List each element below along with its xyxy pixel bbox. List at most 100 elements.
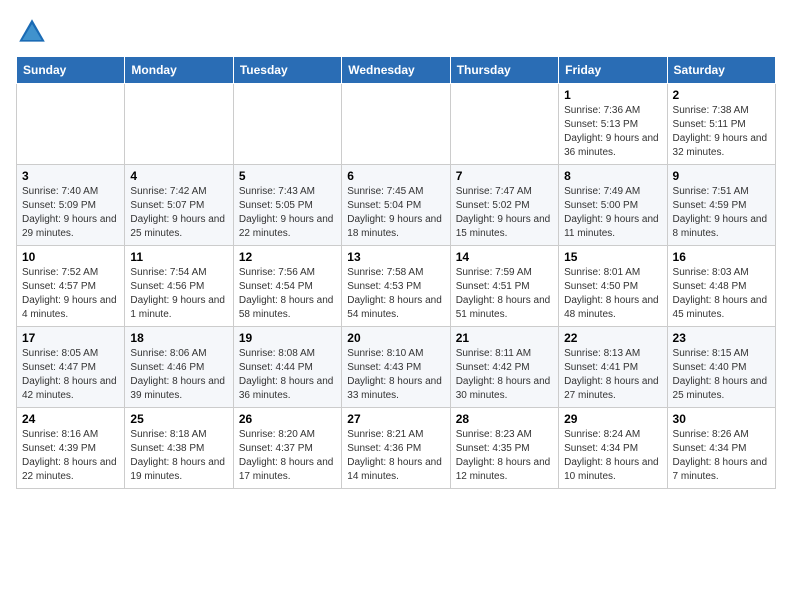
day-number: 15: [564, 250, 661, 264]
calendar-cell: 4 Sunrise: 7:42 AMSunset: 5:07 PMDaylight…: [125, 165, 233, 246]
day-number: 28: [456, 412, 553, 426]
calendar-cell: 13 Sunrise: 7:58 AMSunset: 4:53 PMDayligh…: [342, 246, 450, 327]
day-number: 4: [130, 169, 227, 183]
day-info: Sunrise: 8:01 AMSunset: 4:50 PMDaylight:…: [564, 266, 661, 322]
calendar-cell: 21 Sunrise: 8:11 AMSunset: 4:42 PMDayligh…: [450, 327, 558, 408]
calendar-cell: 29 Sunrise: 8:24 AMSunset: 4:34 PMDayligh…: [559, 408, 667, 489]
day-info: Sunrise: 7:36 AMSunset: 5:13 PMDaylight:…: [564, 104, 661, 160]
calendar-cell: 27Sunrise: 8:21 AMSunset: 4:36 PMDayligh…: [342, 408, 450, 489]
day-info: Sunrise: 8:11 AMSunset: 4:42 PMDaylight:…: [456, 347, 553, 403]
calendar-cell: 20 Sunrise: 8:10 AMSunset: 4:43 PMDayligh…: [342, 327, 450, 408]
calendar-cell: 7 Sunrise: 7:47 AMSunset: 5:02 PMDaylight…: [450, 165, 558, 246]
day-info: Sunrise: 7:40 AMSunset: 5:09 PMDaylight:…: [22, 185, 119, 241]
logo: [16, 16, 52, 48]
calendar-cell: 16 Sunrise: 8:03 AMSunset: 4:48 PMDayligh…: [667, 246, 775, 327]
calendar-week-row: 1 Sunrise: 7:36 AMSunset: 5:13 PMDaylight…: [17, 84, 776, 165]
day-number: 12: [239, 250, 336, 264]
day-info: Sunrise: 8:06 AMSunset: 4:46 PMDaylight:…: [130, 347, 227, 403]
day-number: 13: [347, 250, 444, 264]
calendar-cell: 6 Sunrise: 7:45 AMSunset: 5:04 PMDaylight…: [342, 165, 450, 246]
day-info: Sunrise: 7:47 AMSunset: 5:02 PMDaylight:…: [456, 185, 553, 241]
day-info: Sunrise: 7:43 AMSunset: 5:05 PMDaylight:…: [239, 185, 336, 241]
day-info: Sunrise: 7:42 AMSunset: 5:07 PMDaylight:…: [130, 185, 227, 241]
calendar-cell: 5 Sunrise: 7:43 AMSunset: 5:05 PMDaylight…: [233, 165, 341, 246]
day-info: Sunrise: 8:21 AMSunset: 4:36 PMDaylight:…: [347, 428, 444, 484]
day-info: Sunrise: 7:58 AMSunset: 4:53 PMDaylight:…: [347, 266, 444, 322]
day-number: 24: [22, 412, 119, 426]
day-info: Sunrise: 8:23 AMSunset: 4:35 PMDaylight:…: [456, 428, 553, 484]
day-info: Sunrise: 8:20 AMSunset: 4:37 PMDaylight:…: [239, 428, 336, 484]
day-info: Sunrise: 7:56 AMSunset: 4:54 PMDaylight:…: [239, 266, 336, 322]
calendar-cell: 18 Sunrise: 8:06 AMSunset: 4:46 PMDayligh…: [125, 327, 233, 408]
calendar-cell: 26 Sunrise: 8:20 AMSunset: 4:37 PMDayligh…: [233, 408, 341, 489]
calendar-cell: [125, 84, 233, 165]
calendar-cell: 25Sunrise: 8:18 AMSunset: 4:38 PMDayligh…: [125, 408, 233, 489]
calendar-cell: 11 Sunrise: 7:54 AMSunset: 4:56 PMDayligh…: [125, 246, 233, 327]
day-info: Sunrise: 8:15 AMSunset: 4:40 PMDaylight:…: [673, 347, 770, 403]
day-info: Sunrise: 7:45 AMSunset: 5:04 PMDaylight:…: [347, 185, 444, 241]
day-info: Sunrise: 8:03 AMSunset: 4:48 PMDaylight:…: [673, 266, 770, 322]
day-number: 2: [673, 88, 770, 102]
day-number: 16: [673, 250, 770, 264]
day-number: 18: [130, 331, 227, 345]
day-info: Sunrise: 8:08 AMSunset: 4:44 PMDaylight:…: [239, 347, 336, 403]
logo-icon: [16, 16, 48, 48]
day-number: 14: [456, 250, 553, 264]
header: [16, 16, 776, 48]
calendar-cell: [233, 84, 341, 165]
day-info: Sunrise: 7:52 AMSunset: 4:57 PMDaylight:…: [22, 266, 119, 322]
weekday-header-row: SundayMondayTuesdayWednesdayThursdayFrid…: [17, 57, 776, 84]
day-number: 23: [673, 331, 770, 345]
day-info: Sunrise: 7:51 AMSunset: 4:59 PMDaylight:…: [673, 185, 770, 241]
calendar-cell: 2 Sunrise: 7:38 AMSunset: 5:11 PMDaylight…: [667, 84, 775, 165]
day-number: 8: [564, 169, 661, 183]
weekday-header: Tuesday: [233, 57, 341, 84]
calendar-week-row: 17 Sunrise: 8:05 AMSunset: 4:47 PMDayligh…: [17, 327, 776, 408]
day-info: Sunrise: 7:54 AMSunset: 4:56 PMDaylight:…: [130, 266, 227, 322]
day-number: 9: [673, 169, 770, 183]
day-info: Sunrise: 8:10 AMSunset: 4:43 PMDaylight:…: [347, 347, 444, 403]
day-number: 7: [456, 169, 553, 183]
day-number: 29: [564, 412, 661, 426]
calendar-cell: 14 Sunrise: 7:59 AMSunset: 4:51 PMDayligh…: [450, 246, 558, 327]
calendar-cell: 15 Sunrise: 8:01 AMSunset: 4:50 PMDayligh…: [559, 246, 667, 327]
weekday-header: Saturday: [667, 57, 775, 84]
day-number: 21: [456, 331, 553, 345]
day-info: Sunrise: 7:38 AMSunset: 5:11 PMDaylight:…: [673, 104, 770, 160]
calendar-cell: 3 Sunrise: 7:40 AMSunset: 5:09 PMDaylight…: [17, 165, 125, 246]
day-info: Sunrise: 7:59 AMSunset: 4:51 PMDaylight:…: [456, 266, 553, 322]
calendar-week-row: 10Sunrise: 7:52 AMSunset: 4:57 PMDayligh…: [17, 246, 776, 327]
day-number: 26: [239, 412, 336, 426]
day-number: 30: [673, 412, 770, 426]
day-info: Sunrise: 8:26 AMSunset: 4:34 PMDaylight:…: [673, 428, 770, 484]
calendar-cell: 9 Sunrise: 7:51 AMSunset: 4:59 PMDaylight…: [667, 165, 775, 246]
day-number: 17: [22, 331, 119, 345]
day-info: Sunrise: 8:13 AMSunset: 4:41 PMDaylight:…: [564, 347, 661, 403]
calendar-cell: 12 Sunrise: 7:56 AMSunset: 4:54 PMDayligh…: [233, 246, 341, 327]
day-info: Sunrise: 8:24 AMSunset: 4:34 PMDaylight:…: [564, 428, 661, 484]
day-number: 5: [239, 169, 336, 183]
day-number: 22: [564, 331, 661, 345]
weekday-header: Monday: [125, 57, 233, 84]
day-info: Sunrise: 8:05 AMSunset: 4:47 PMDaylight:…: [22, 347, 119, 403]
calendar-cell: 19 Sunrise: 8:08 AMSunset: 4:44 PMDayligh…: [233, 327, 341, 408]
day-number: 3: [22, 169, 119, 183]
day-number: 6: [347, 169, 444, 183]
weekday-header: Sunday: [17, 57, 125, 84]
day-number: 11: [130, 250, 227, 264]
calendar-week-row: 24 Sunrise: 8:16 AMSunset: 4:39 PMDayligh…: [17, 408, 776, 489]
calendar-cell: 10Sunrise: 7:52 AMSunset: 4:57 PMDayligh…: [17, 246, 125, 327]
calendar-cell: 17 Sunrise: 8:05 AMSunset: 4:47 PMDayligh…: [17, 327, 125, 408]
day-number: 20: [347, 331, 444, 345]
day-info: Sunrise: 8:16 AMSunset: 4:39 PMDaylight:…: [22, 428, 119, 484]
calendar-cell: 22 Sunrise: 8:13 AMSunset: 4:41 PMDayligh…: [559, 327, 667, 408]
calendar-cell: 8 Sunrise: 7:49 AMSunset: 5:00 PMDaylight…: [559, 165, 667, 246]
calendar-cell: 30 Sunrise: 8:26 AMSunset: 4:34 PMDayligh…: [667, 408, 775, 489]
weekday-header: Thursday: [450, 57, 558, 84]
day-info: Sunrise: 7:49 AMSunset: 5:00 PMDaylight:…: [564, 185, 661, 241]
day-number: 1: [564, 88, 661, 102]
calendar-cell: [450, 84, 558, 165]
calendar: SundayMondayTuesdayWednesdayThursdayFrid…: [16, 56, 776, 489]
day-number: 19: [239, 331, 336, 345]
calendar-cell: 24 Sunrise: 8:16 AMSunset: 4:39 PMDayligh…: [17, 408, 125, 489]
